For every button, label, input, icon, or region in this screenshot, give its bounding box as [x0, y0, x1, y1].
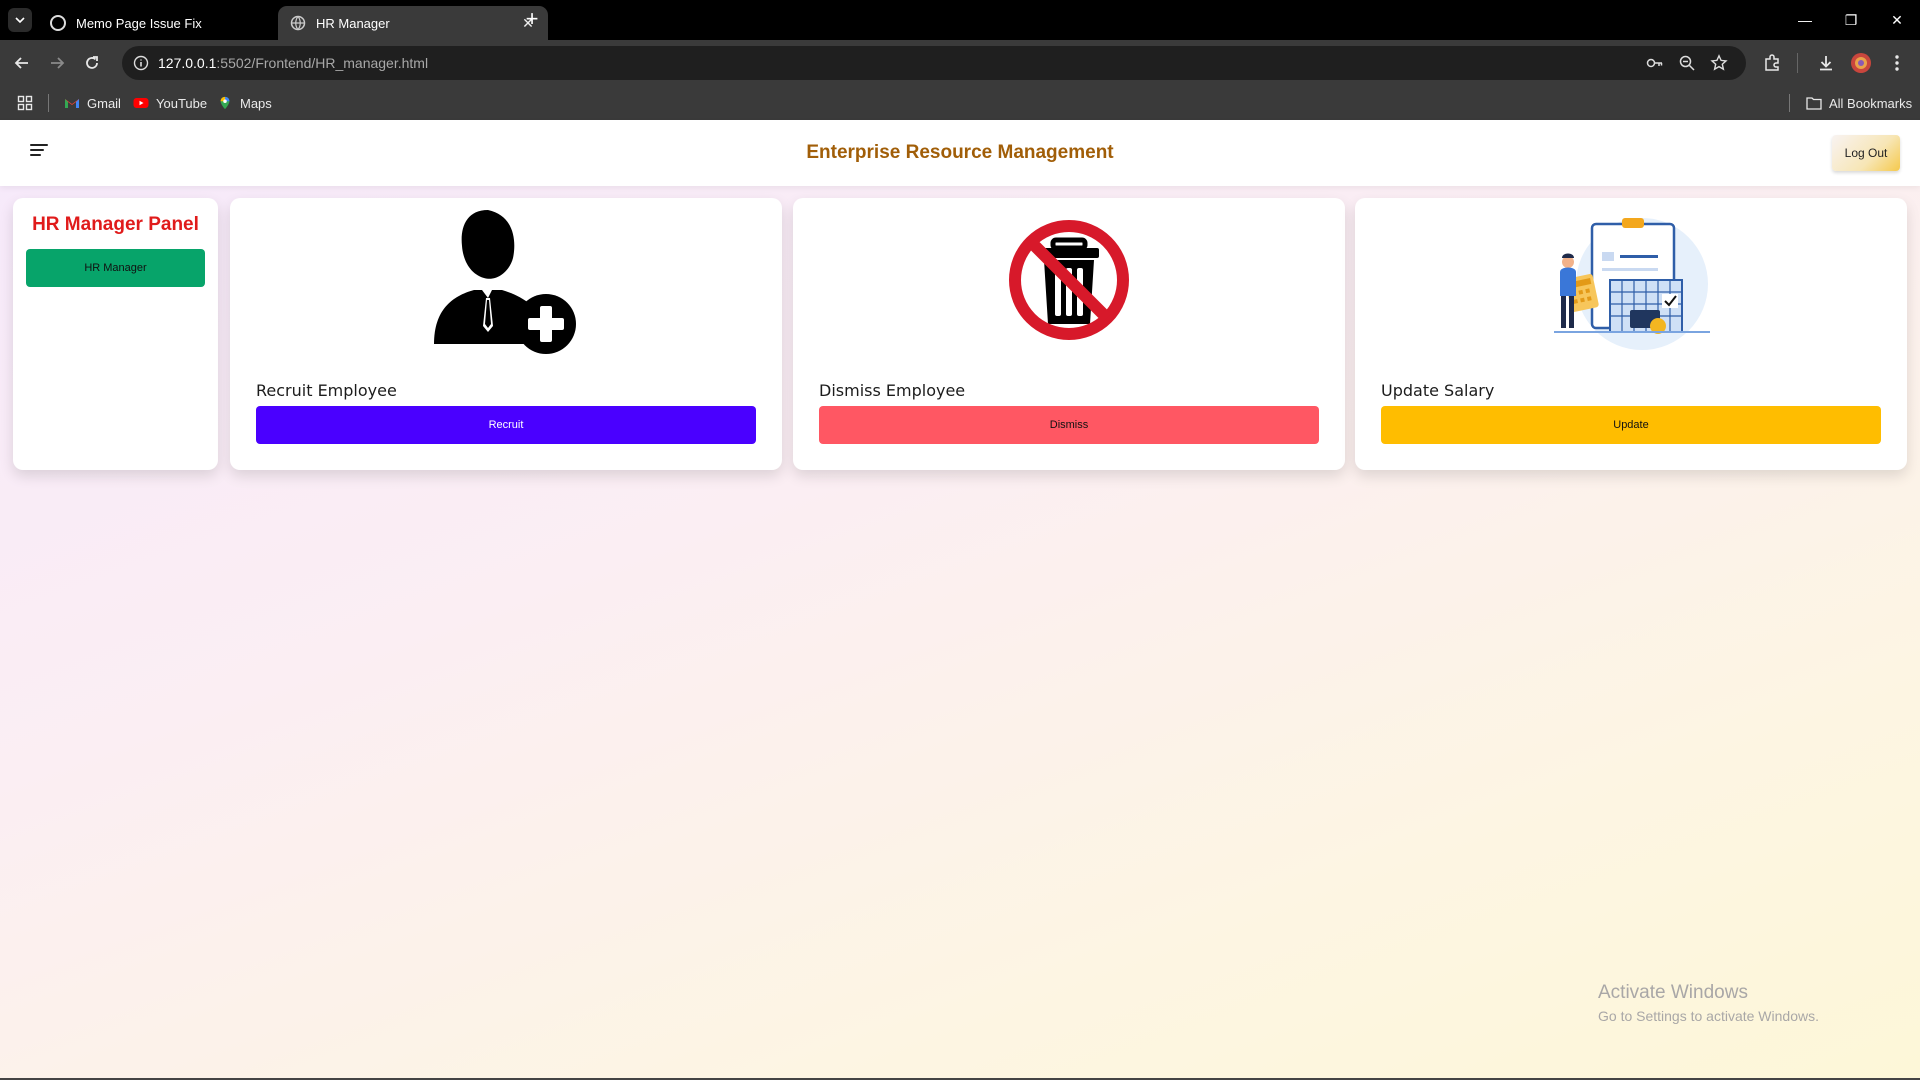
folder-icon — [1806, 97, 1822, 110]
card-label: Update Salary — [1381, 381, 1495, 400]
sidebar-title: HR Manager Panel — [32, 214, 199, 235]
salary-art — [1355, 198, 1907, 358]
bookmark-label: Maps — [240, 95, 272, 111]
windows-activation-watermark: Activate Windows Go to Settings to activ… — [1598, 982, 1819, 1024]
back-button[interactable] — [10, 51, 34, 75]
zoom-icon[interactable] — [1678, 54, 1696, 72]
puzzle-icon — [1765, 54, 1779, 71]
hr-manager-button[interactable]: HR Manager — [26, 249, 205, 287]
dismiss-art — [793, 198, 1345, 358]
url-host: 127.0.0.1 — [158, 55, 217, 71]
bookmarks-divider — [48, 94, 49, 112]
all-bookmarks-label: All Bookmarks — [1829, 95, 1913, 111]
bookmarks-divider — [1789, 94, 1790, 112]
tab-title: HR Manager — [316, 15, 390, 31]
extensions-button[interactable] — [1760, 51, 1784, 75]
add-employee-icon — [434, 210, 576, 354]
tab-title: Memo Page Issue Fix — [76, 15, 202, 31]
maps-pin-icon — [220, 96, 230, 110]
arrow-right-icon — [51, 57, 65, 69]
new-tab-button[interactable]: + — [520, 8, 544, 32]
bookmark-gmail[interactable]: Gmail — [64, 94, 121, 112]
watermark-subtitle: Go to Settings to activate Windows. — [1598, 1008, 1819, 1024]
all-bookmarks-button[interactable]: All Bookmarks — [1806, 94, 1912, 112]
bookmark-label: Gmail — [87, 95, 121, 111]
browser-tab-strip: Memo Page Issue Fix ✕ HR Manager ✕ + — ❐… — [0, 0, 1920, 40]
url-path: :5502/Frontend/HR_manager.html — [216, 55, 429, 71]
apps-button[interactable] — [17, 94, 33, 112]
key-icon[interactable] — [1646, 54, 1664, 72]
download-icon — [1820, 56, 1832, 71]
salary-card: Update Salary Update — [1355, 198, 1907, 470]
toolbar-divider — [1797, 53, 1798, 73]
recruit-art — [230, 198, 782, 358]
recruit-card: Recruit Employee Recruit — [230, 198, 782, 470]
minimize-button[interactable]: — — [1782, 0, 1828, 40]
downloads-button[interactable] — [1814, 51, 1838, 75]
bookmarks-bar: Gmail YouTube Maps All Bookmarks — [0, 86, 1920, 120]
bookmark-maps[interactable]: Maps — [217, 94, 272, 112]
tab-memo-page[interactable]: Memo Page Issue Fix ✕ — [38, 6, 308, 40]
forward-button[interactable] — [45, 51, 69, 75]
update-button[interactable]: Update — [1381, 406, 1881, 444]
avatar-icon — [1851, 53, 1871, 73]
sidebar-panel: HR Manager Panel HR Manager — [13, 198, 218, 470]
bookmark-youtube[interactable]: YouTube — [133, 94, 207, 112]
watermark-title: Activate Windows — [1598, 982, 1748, 1003]
page-viewport: Enterprise Resource Management Log Out H… — [0, 120, 1920, 1078]
bookmark-star-icon[interactable] — [1710, 54, 1728, 72]
reload-icon — [86, 56, 98, 69]
restore-button[interactable]: ❐ — [1828, 0, 1874, 40]
bookmark-label: YouTube — [156, 95, 208, 111]
dismiss-button[interactable]: Dismiss — [819, 406, 1319, 444]
salary-illustration-icon — [1554, 218, 1710, 350]
menu-button[interactable] — [1885, 51, 1909, 75]
recruit-button[interactable]: Recruit — [256, 406, 756, 444]
tab-hr-manager[interactable]: HR Manager ✕ — [278, 6, 548, 40]
address-bar[interactable]: 127.0.0.1:5502/Frontend/HR_manager.html — [122, 46, 1746, 80]
reload-button[interactable] — [80, 51, 104, 75]
close-window-button[interactable]: ✕ — [1874, 0, 1920, 40]
tab-search-button[interactable] — [8, 8, 32, 32]
tab-favicon-icon — [50, 15, 66, 31]
logout-button[interactable]: Log Out — [1832, 135, 1900, 171]
page-title: Enterprise Resource Management — [806, 142, 1114, 163]
no-trash-icon — [1009, 220, 1129, 340]
app-header: Enterprise Resource Management Log Out — [0, 120, 1920, 186]
globe-icon — [290, 15, 306, 31]
more-vertical-icon — [1895, 55, 1899, 71]
dismiss-card: Dismiss Employee Dismiss — [793, 198, 1345, 470]
arrow-left-icon — [14, 57, 28, 69]
youtube-icon — [133, 98, 149, 108]
site-info-icon[interactable] — [132, 54, 150, 72]
card-label: Dismiss Employee — [819, 381, 966, 400]
apps-grid-icon — [17, 95, 33, 111]
card-label: Recruit Employee — [256, 381, 397, 400]
gmail-icon — [65, 99, 79, 108]
browser-toolbar: 127.0.0.1:5502/Frontend/HR_manager.html — [0, 40, 1920, 86]
profile-avatar[interactable] — [1849, 51, 1873, 75]
chevron-down-icon — [15, 17, 25, 24]
